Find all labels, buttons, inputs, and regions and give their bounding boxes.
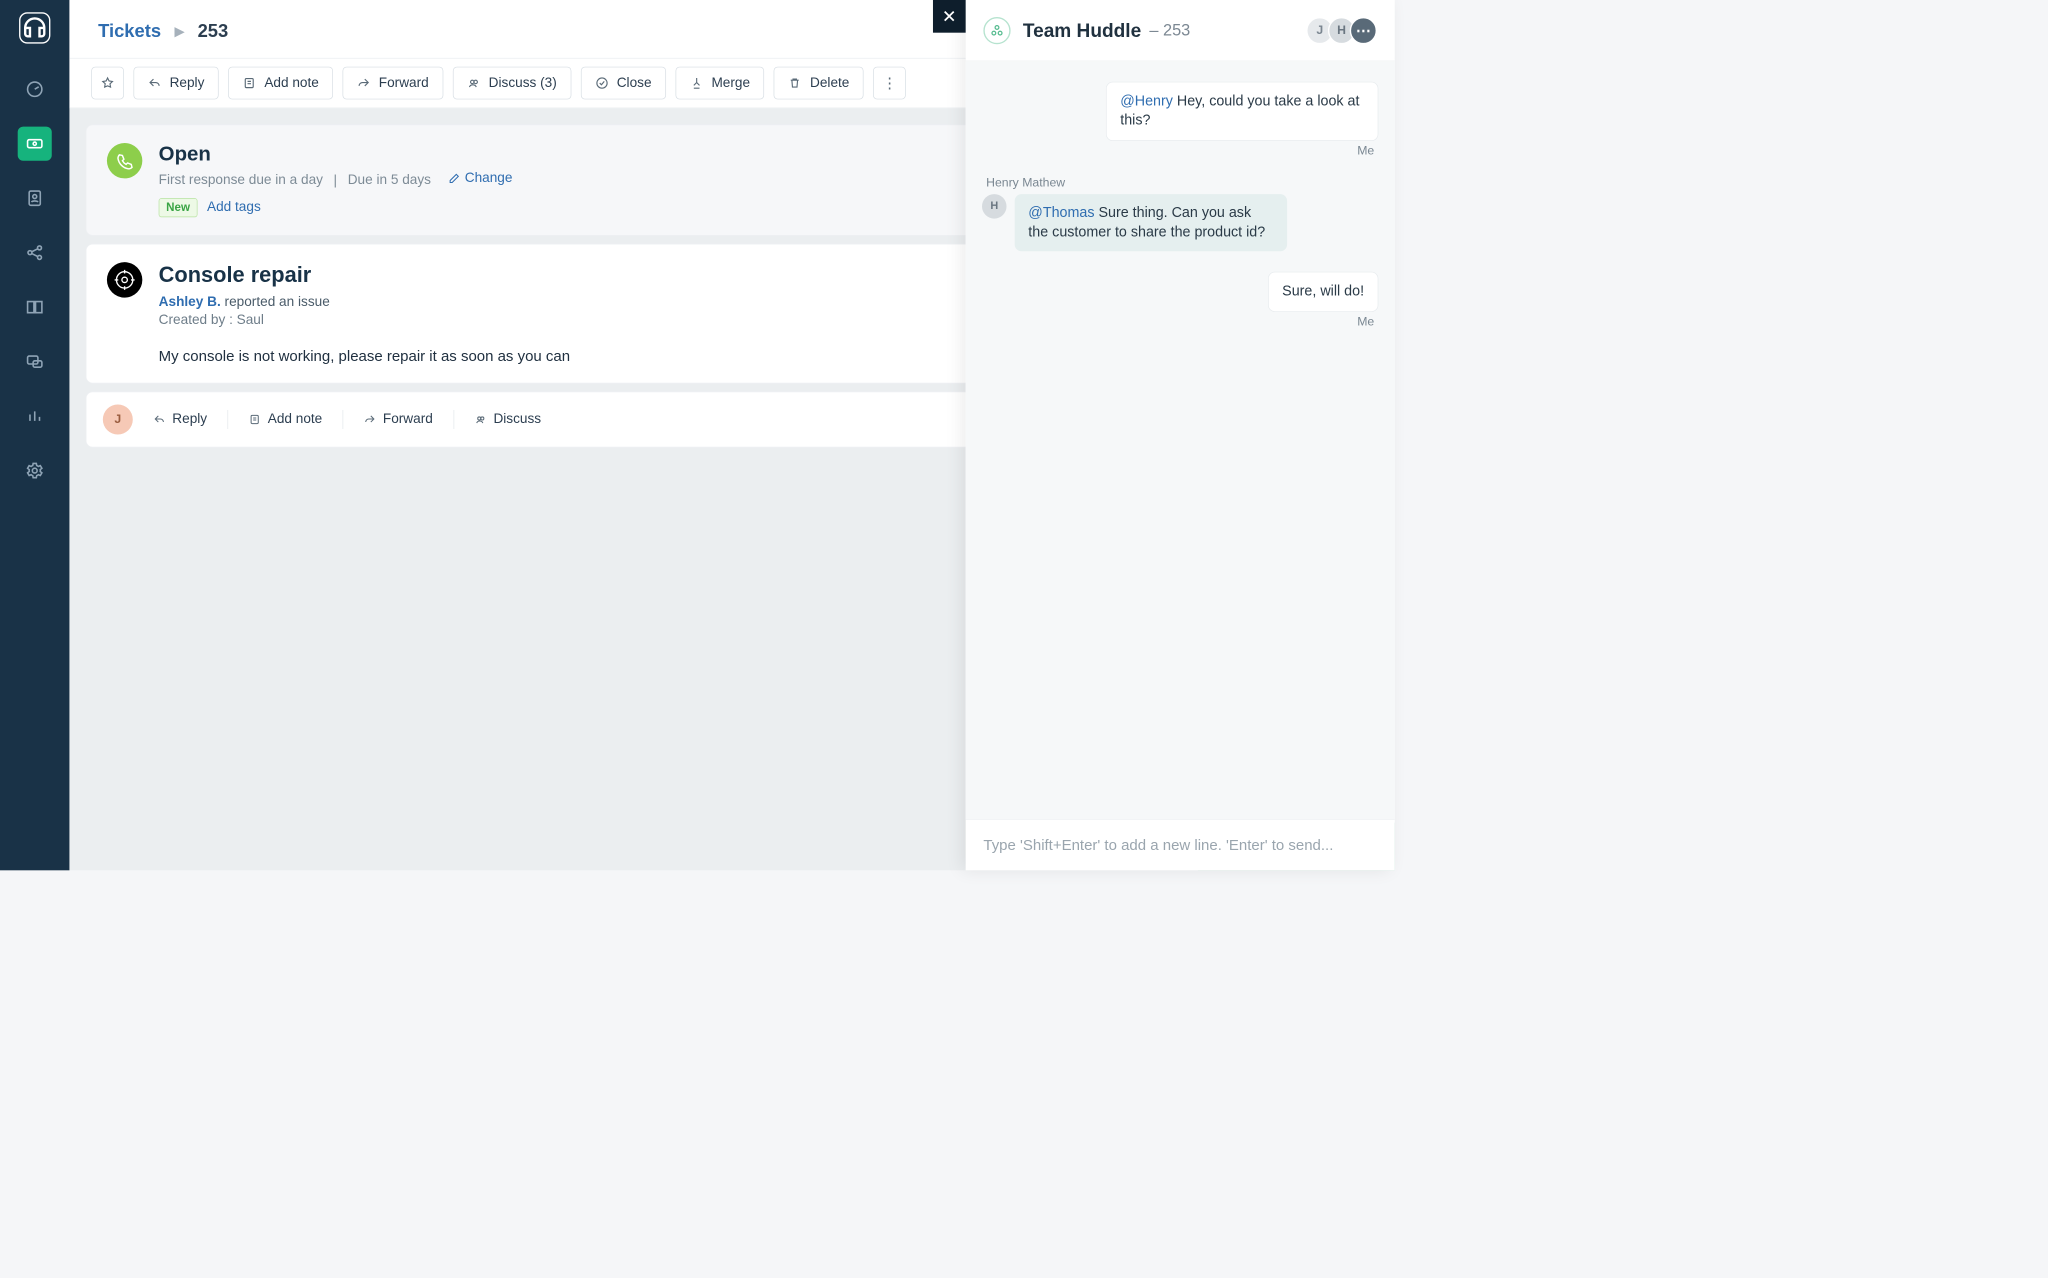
phone-icon [107,143,142,178]
note-icon [243,76,257,90]
crosshair-icon [114,269,136,291]
huddle-panel: ✕ Team Huddle – 253 J H ⋯ @Henry Hey, co… [966,0,1395,870]
mention[interactable]: @Henry [1120,93,1173,109]
message-meta: Me [1357,143,1374,157]
nav-rail [0,0,69,870]
add-note-inline[interactable]: Add note [246,406,325,433]
reporter-suffix: reported an issue [221,294,330,309]
change-link[interactable]: Change [448,170,512,186]
forward-icon [357,76,371,90]
nav-social[interactable] [18,236,52,270]
nav-solutions[interactable] [18,290,52,324]
nav-reports[interactable] [18,399,52,433]
issue-body-text: My console is not working, please repair… [159,347,1037,365]
nav-settings[interactable] [18,454,52,488]
huddle-close-button[interactable]: ✕ [933,0,966,33]
reply-inline[interactable]: Reply [151,406,210,433]
huddle-members: J H ⋯ [1312,17,1377,44]
huddle-messages: @Henry Hey, could you take a look at thi… [966,61,1395,819]
discuss-inline[interactable]: Discuss [472,406,544,433]
huddle-header: Team Huddle – 253 J H ⋯ [966,0,1395,61]
dots-vertical-icon: ⋮ [882,74,897,92]
message-outgoing: Sure, will do! Me [982,272,1378,341]
edit-icon [448,172,460,184]
member-more-button[interactable]: ⋯ [1350,17,1377,44]
forward-button[interactable]: Forward [343,67,443,100]
first-response-due: First response due in a day [159,173,323,188]
merge-button[interactable]: Merge [675,67,764,100]
created-by: Created by : Saul [159,312,1037,328]
check-circle-icon [595,76,609,90]
close-icon: ✕ [942,6,957,27]
message-sender: Henry Mathew [986,175,1065,189]
merge-icon [690,76,704,90]
app-logo [19,12,50,43]
discuss-icon [474,413,486,425]
message-incoming: Henry Mathew H @Thomas Sure thing. Can y… [982,175,1378,251]
current-user-avatar: J [103,404,133,434]
huddle-subtitle: – 253 [1149,21,1190,40]
huddle-input-row [966,819,1395,870]
reply-button[interactable]: Reply [133,67,218,100]
trash-icon [788,76,802,90]
issue-title: Console repair [159,262,1037,287]
forward-icon [364,413,376,425]
message-outgoing: @Henry Hey, could you take a look at thi… [982,82,1378,170]
note-icon [249,413,261,425]
discuss-button[interactable]: Discuss (3) [453,67,572,100]
mention[interactable]: @Thomas [1028,205,1094,221]
close-button[interactable]: Close [581,67,666,100]
nav-dashboard[interactable] [18,72,52,106]
sender-avatar: H [982,194,1007,219]
huddle-message-input[interactable] [983,836,1377,854]
star-icon [101,76,115,90]
due-in: Due in 5 days [348,173,431,188]
huddle-title: Team Huddle [1023,19,1141,41]
breadcrumb-root[interactable]: Tickets [98,20,161,41]
overflow-button[interactable]: ⋮ [873,67,906,100]
chevron-right-icon: ▸ [175,20,184,41]
nav-chat[interactable] [18,345,52,379]
source-avatar [107,262,142,297]
reply-icon [153,413,165,425]
nav-contacts[interactable] [18,181,52,215]
breadcrumb-id: 253 [198,20,229,41]
forward-inline[interactable]: Forward [361,406,435,433]
nav-tickets[interactable] [18,127,52,161]
delete-button[interactable]: Delete [774,67,864,100]
add-tags-link[interactable]: Add tags [207,200,261,216]
message-meta: Me [1357,314,1374,328]
add-note-button[interactable]: Add note [228,67,333,100]
star-button[interactable] [91,67,124,100]
new-tag: New [159,198,198,217]
huddle-logo-icon [983,17,1010,44]
reporter-link[interactable]: Ashley B. [159,294,221,309]
discuss-icon [467,76,481,90]
reply-icon [148,76,162,90]
